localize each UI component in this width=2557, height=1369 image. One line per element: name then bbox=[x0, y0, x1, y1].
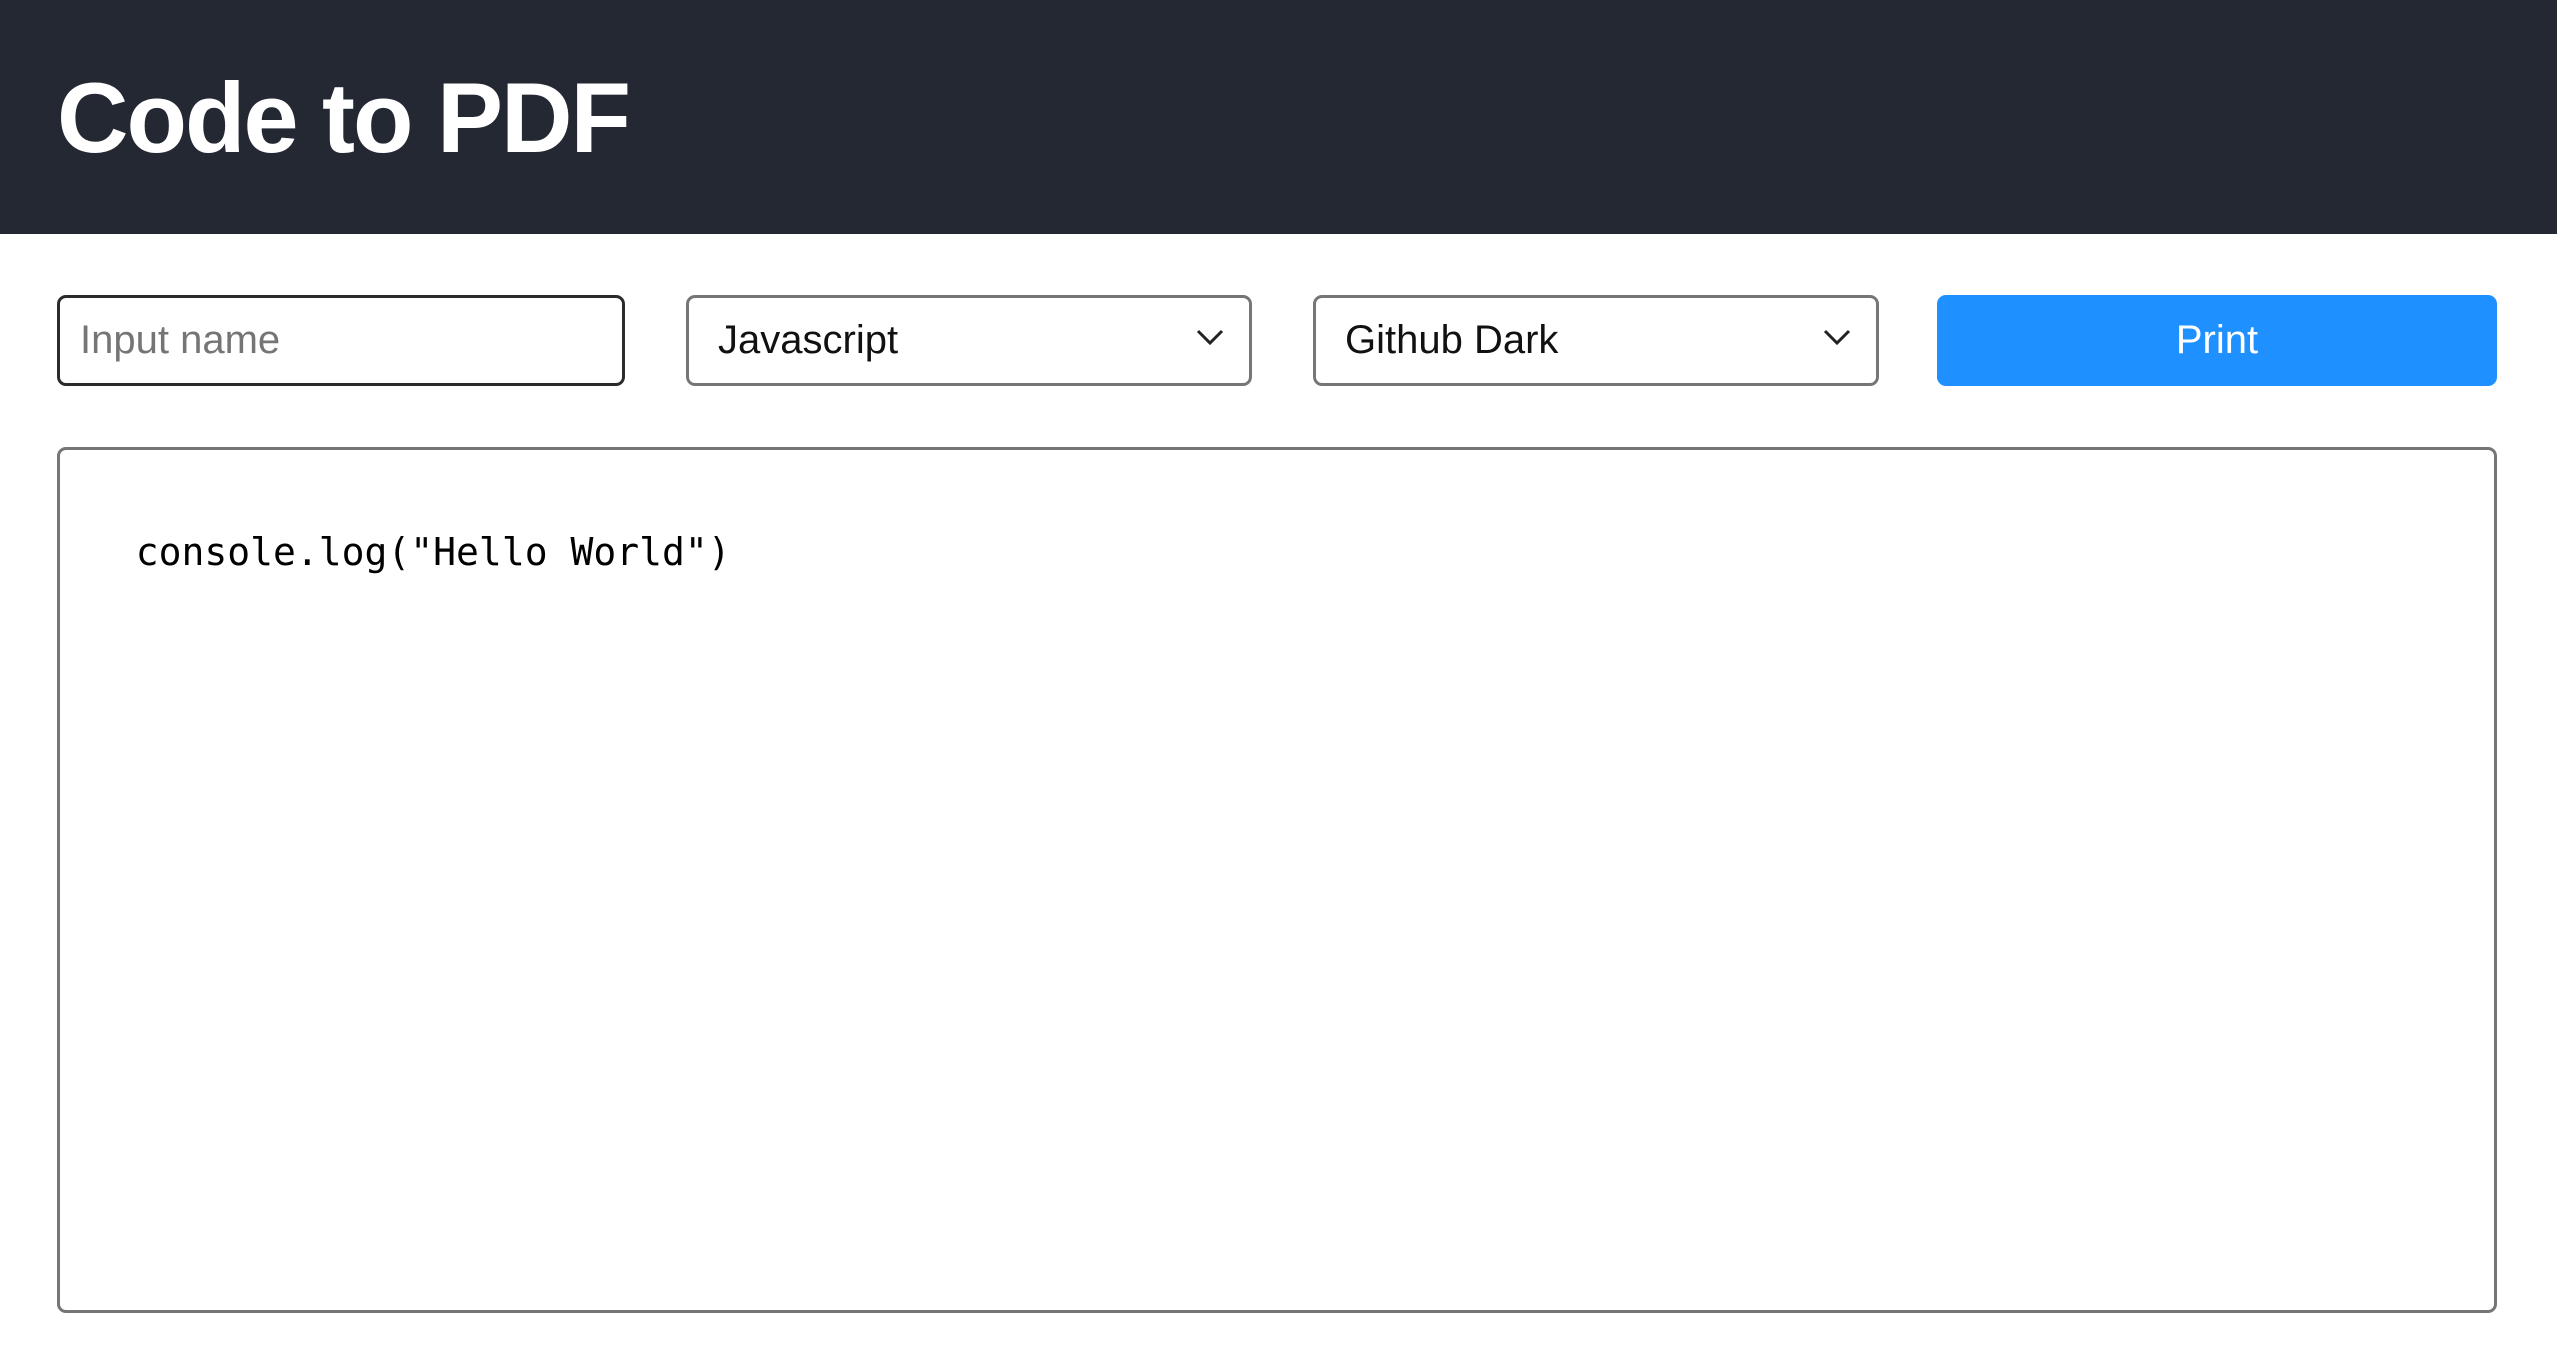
name-input[interactable] bbox=[57, 295, 625, 386]
app-header: Code to PDF bbox=[0, 0, 2557, 234]
chevron-down-icon bbox=[1823, 329, 1851, 346]
print-button[interactable]: Print bbox=[1937, 295, 2497, 386]
theme-select-value: Github Dark bbox=[1345, 318, 1559, 362]
code-text: console.log("Hello World") bbox=[135, 530, 731, 574]
code-editor[interactable]: console.log("Hello World") bbox=[57, 447, 2497, 1313]
language-select[interactable]: Javascript bbox=[686, 295, 1252, 386]
theme-select[interactable]: Github Dark bbox=[1313, 295, 1879, 386]
chevron-down-icon bbox=[1196, 329, 1224, 346]
language-select-value: Javascript bbox=[718, 318, 899, 362]
page-title: Code to PDF bbox=[57, 62, 631, 173]
